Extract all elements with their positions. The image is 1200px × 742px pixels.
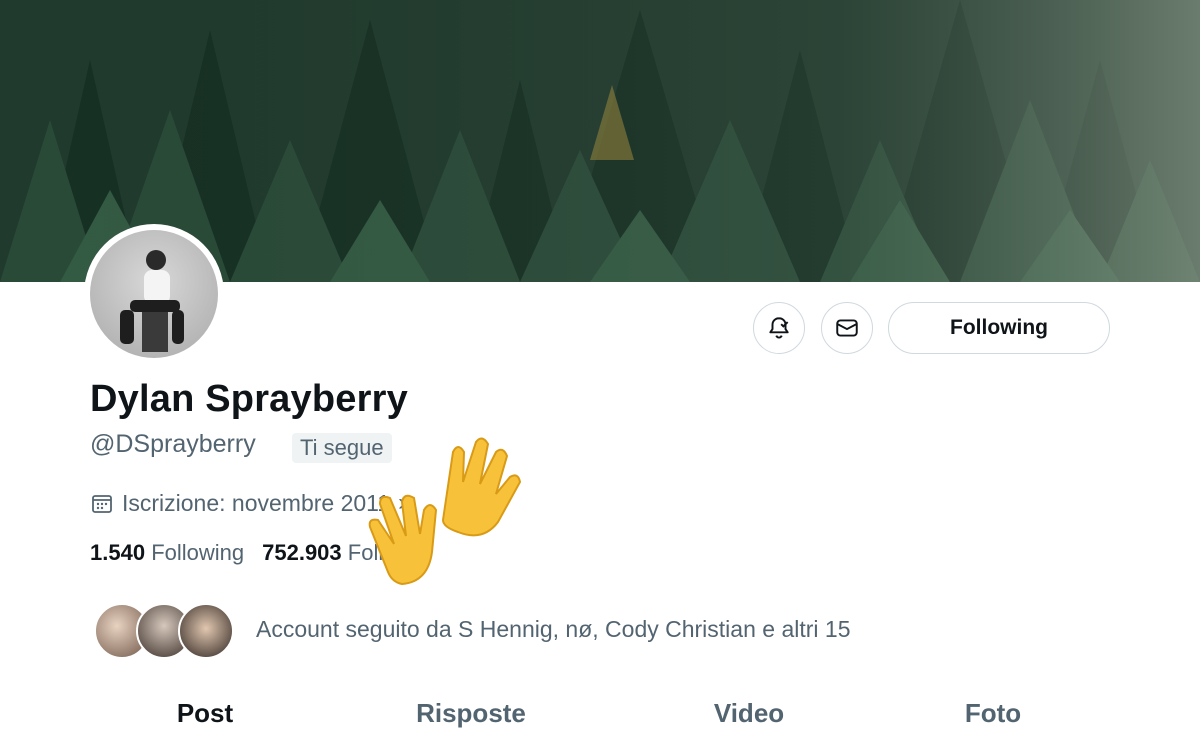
notifications-button[interactable] (753, 302, 805, 354)
join-date-text: Iscrizione: novembre 2011 (122, 489, 391, 516)
profile-tabs: Post Risposte Video Foto (0, 690, 1200, 742)
followed-by-avatars[interactable] (94, 603, 234, 659)
tab-risposte[interactable]: Risposte (416, 698, 526, 729)
follower-avatar (178, 603, 234, 659)
following-link[interactable]: 1.540 Following (90, 540, 244, 566)
tab-post[interactable]: Post (177, 698, 233, 729)
profile-handle: @DSprayberry (90, 430, 256, 458)
calendar-icon (92, 495, 112, 513)
message-button[interactable] (821, 302, 873, 354)
followers-count: 752.903 (262, 540, 342, 565)
following-button[interactable]: Following (888, 302, 1110, 354)
followed-by-text[interactable]: Account seguito da S Hennig, nø, Cody Ch… (256, 616, 851, 643)
following-label: Following (151, 540, 245, 565)
avatar-photo (90, 230, 218, 358)
tab-foto[interactable]: Foto (965, 698, 1021, 729)
profile-name: Dylan Sprayberry (90, 378, 408, 420)
tab-video[interactable]: Video (714, 698, 784, 729)
following-count: 1.540 (90, 540, 146, 565)
bell-check-icon (769, 317, 789, 339)
envelope-icon (836, 319, 858, 337)
profile-avatar[interactable] (84, 224, 224, 364)
waving-hands-emoji (358, 432, 528, 597)
